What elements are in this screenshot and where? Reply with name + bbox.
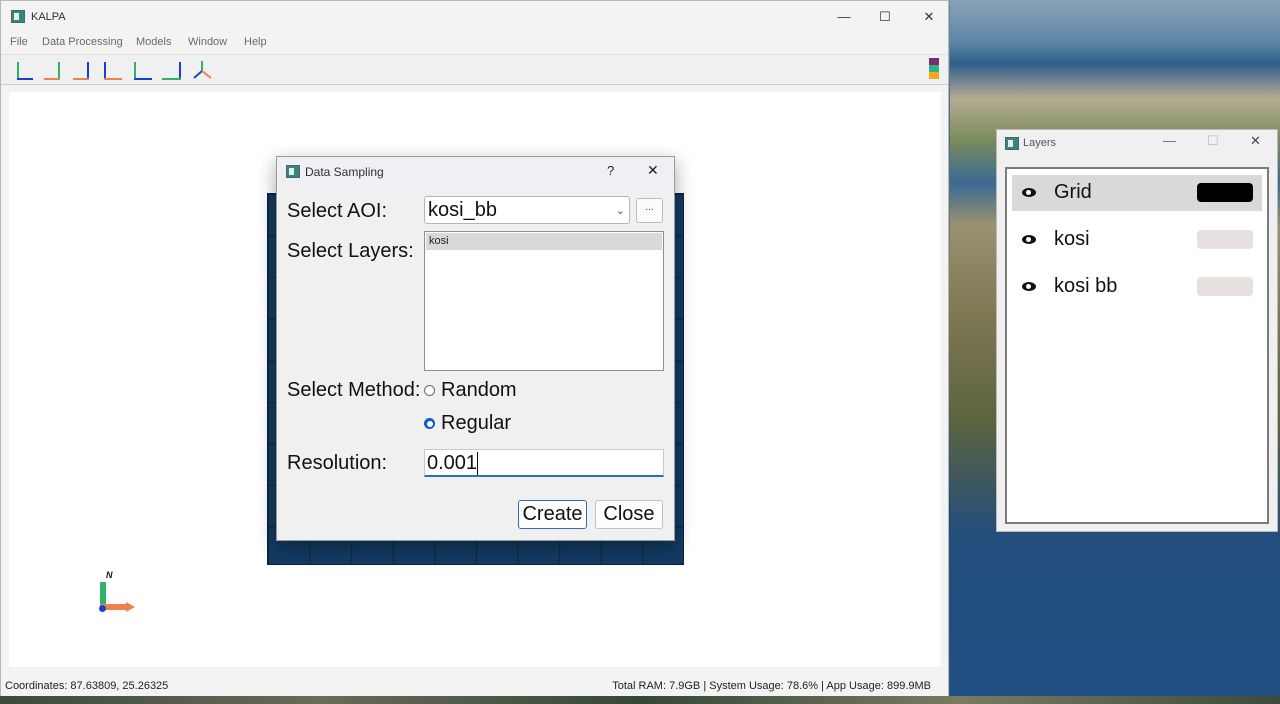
radio-random[interactable] [424, 385, 435, 396]
axis-view-yz-icon[interactable] [44, 59, 66, 81]
method-label: Select Method: [287, 379, 421, 401]
resolution-input[interactable]: 0.001 [424, 449, 664, 477]
window-title: KALPA [31, 11, 66, 23]
create-button[interactable]: Create [518, 500, 587, 529]
dialog-close-icon[interactable]: ✕ [647, 162, 659, 179]
menu-help[interactable]: Help [244, 36, 267, 48]
layers-minimize-button[interactable]: — [1163, 133, 1176, 148]
chevron-down-icon: ⌄ [615, 205, 625, 217]
layers-listbox[interactable]: kosi [424, 231, 664, 371]
menu-window[interactable]: Window [188, 36, 227, 48]
menu-data-processing[interactable]: Data Processing [42, 36, 123, 48]
dialog-title: Data Sampling [305, 165, 384, 179]
layer-color-swatch[interactable] [1197, 230, 1253, 249]
maximize-button[interactable]: ☐ [867, 5, 903, 29]
layer-name: kosi [1054, 228, 1090, 250]
layers-app-icon [1005, 137, 1019, 150]
aoi-selected-value: kosi_bb [428, 199, 497, 221]
eye-icon[interactable] [1022, 282, 1036, 291]
main-titlebar: KALPA — ☐ ✕ [1, 1, 948, 33]
layers-maximize-button: ☐ [1207, 133, 1219, 148]
aoi-label: Select AOI: [287, 200, 388, 222]
app-icon [11, 10, 25, 23]
radio-random-label[interactable]: Random [441, 379, 517, 402]
close-button[interactable]: ✕ [911, 5, 947, 29]
layers-window: Layers — ☐ ✕ Grid kosi kosi bb [996, 129, 1278, 532]
radio-regular-label[interactable]: Regular [441, 412, 511, 435]
resource-usage-readout: Total RAM: 7.9GB | System Usage: 78.6% |… [612, 680, 931, 692]
axis-view-front-icon[interactable] [101, 59, 123, 81]
layers-window-title: Layers [1023, 137, 1057, 149]
axis-view-xy-icon[interactable] [13, 59, 35, 81]
north-label: N [106, 570, 113, 580]
toolbar [1, 54, 948, 85]
layer-color-swatch[interactable] [1197, 277, 1253, 296]
resolution-value: 0.001 [427, 452, 479, 475]
layers-close-button[interactable]: ✕ [1250, 133, 1261, 149]
layer-item-grid[interactable]: Grid [1012, 175, 1262, 211]
menu-file[interactable]: File [10, 36, 28, 48]
help-button[interactable]: ? [607, 163, 614, 178]
layer-color-swatch[interactable] [1197, 183, 1253, 202]
dialog-titlebar: Data Sampling ? ✕ [277, 157, 674, 187]
aoi-select[interactable]: kosi_bb ⌄ [424, 196, 630, 224]
status-bar: Coordinates: 87.63809, 25.26325 Total RA… [1, 677, 948, 696]
coordinates-readout: Coordinates: 87.63809, 25.26325 [5, 680, 169, 692]
list-item[interactable]: kosi [426, 233, 662, 250]
layers-label: Select Layers: [287, 240, 414, 262]
eye-icon[interactable] [1022, 188, 1036, 197]
layer-item-kosi[interactable]: kosi [1012, 222, 1262, 258]
menu-models[interactable]: Models [136, 36, 171, 48]
radio-regular[interactable] [424, 418, 435, 429]
axis-view-top-icon[interactable] [131, 59, 153, 81]
resolution-label: Resolution: [287, 452, 388, 474]
desktop-taskbar-edge [0, 696, 1280, 704]
layer-name: Grid [1054, 181, 1092, 203]
axis-view-side-icon[interactable] [162, 59, 184, 81]
eye-icon[interactable] [1022, 235, 1036, 244]
axis-view-iso-icon[interactable] [191, 59, 213, 81]
layers-list: Grid kosi kosi bb [1005, 167, 1269, 524]
menu-bar: File Data Processing Models Window Help [1, 33, 948, 53]
color-legend-icon [929, 58, 939, 79]
browse-aoi-button[interactable]: ... [636, 198, 663, 223]
dialog-close-button[interactable]: Close [595, 500, 663, 529]
layer-name: kosi bb [1054, 275, 1118, 297]
data-sampling-dialog: Data Sampling ? ✕ Select AOI: kosi_bb ⌄ … [276, 156, 675, 541]
layer-item-kosi-bb[interactable]: kosi bb [1012, 269, 1262, 305]
minimize-button[interactable]: — [826, 5, 862, 29]
axis-view-xz-icon[interactable] [73, 59, 95, 81]
dialog-app-icon [286, 165, 300, 178]
